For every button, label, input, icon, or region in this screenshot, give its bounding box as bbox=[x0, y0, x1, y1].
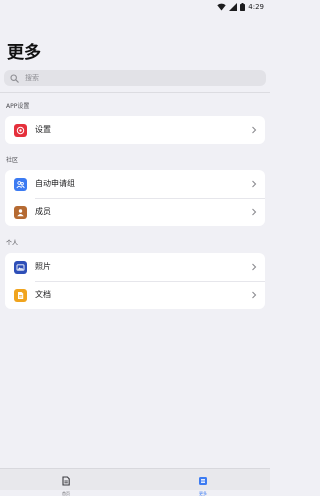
status-indicators: 4:29 bbox=[217, 2, 264, 12]
home-icon bbox=[61, 471, 71, 490]
document-icon bbox=[14, 288, 27, 302]
list-item-photos[interactable]: 照片 bbox=[5, 253, 265, 281]
photo-icon bbox=[14, 260, 27, 274]
list-item-members[interactable]: 成员 bbox=[5, 198, 265, 226]
header-divider bbox=[0, 92, 270, 93]
list-item-label: 设置 bbox=[35, 125, 51, 134]
section-header-app-settings: APP设置 bbox=[6, 103, 30, 110]
chevron-right-icon bbox=[251, 126, 257, 134]
group-icon bbox=[14, 177, 27, 191]
list-item-label: 照片 bbox=[35, 262, 51, 271]
chevron-right-icon bbox=[251, 208, 257, 216]
community-card: 自动申请组 成员 bbox=[5, 170, 265, 226]
signal-icon bbox=[229, 3, 238, 11]
status-time: 4:29 bbox=[248, 3, 264, 11]
section-header-personal: 个人 bbox=[6, 240, 19, 247]
wifi-icon bbox=[217, 3, 226, 11]
tab-label: 更多 bbox=[199, 491, 207, 496]
search-icon bbox=[10, 73, 19, 83]
personal-card: 照片 文档 bbox=[5, 253, 265, 309]
tab-label: 首页 bbox=[62, 491, 70, 496]
settings-icon bbox=[14, 123, 27, 137]
tab-more[interactable]: 更多 bbox=[183, 471, 223, 496]
settings-card: 设置 bbox=[5, 116, 265, 144]
member-icon bbox=[14, 205, 27, 219]
list-item-label: 成员 bbox=[35, 207, 51, 216]
search-input[interactable] bbox=[25, 71, 245, 85]
list-item-label: 文档 bbox=[35, 290, 51, 299]
page-title: 更多 bbox=[7, 43, 41, 63]
battery-icon bbox=[240, 3, 246, 11]
chevron-right-icon bbox=[251, 263, 257, 271]
more-icon bbox=[198, 471, 208, 490]
list-item-settings[interactable]: 设置 bbox=[5, 116, 265, 144]
list-item-label: 自动申请组 bbox=[35, 179, 75, 188]
tab-home[interactable]: 首页 bbox=[46, 471, 86, 496]
search-bar[interactable] bbox=[4, 70, 266, 86]
list-item-auto-apply-group[interactable]: 自动申请组 bbox=[5, 170, 265, 198]
chevron-right-icon bbox=[251, 291, 257, 299]
chevron-right-icon bbox=[251, 180, 257, 188]
status-bar: 4:29 bbox=[0, 0, 270, 14]
tab-bar: 首页 更多 bbox=[0, 468, 270, 496]
list-item-documents[interactable]: 文档 bbox=[5, 281, 265, 309]
section-header-community: 社区 bbox=[6, 157, 19, 164]
